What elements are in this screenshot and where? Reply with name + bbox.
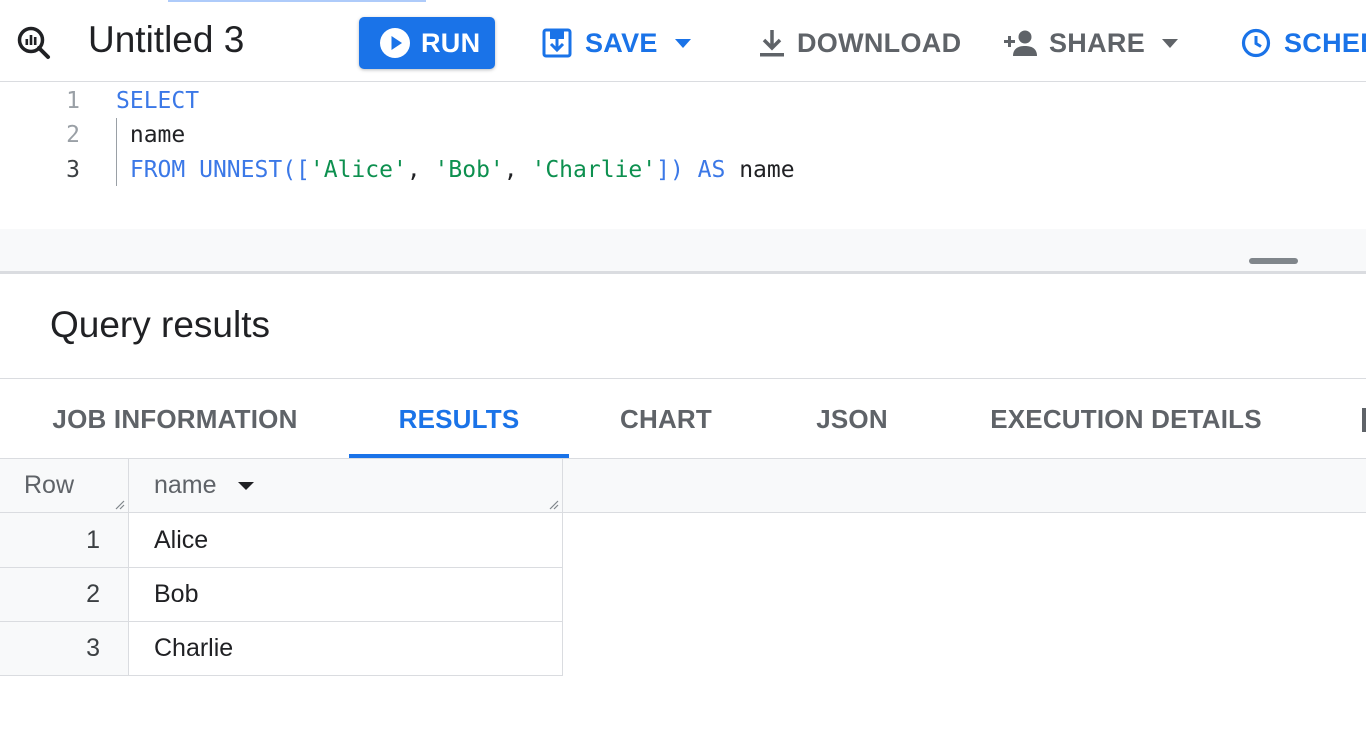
code-token: UNNEST xyxy=(199,157,283,183)
code-token: ]) xyxy=(656,157,698,183)
code-token: AS xyxy=(697,157,726,183)
play-circle-icon xyxy=(380,28,410,58)
run-button[interactable]: RUN xyxy=(359,17,495,69)
code-token: name xyxy=(116,122,186,148)
editor-resize-handle[interactable] xyxy=(1249,258,1298,264)
tab-results[interactable]: RESULTS xyxy=(349,380,569,458)
column-divider xyxy=(562,459,563,676)
code-line[interactable]: name xyxy=(116,118,185,152)
row-number: 3 xyxy=(86,634,100,662)
line-number: 2 xyxy=(66,122,80,148)
save-label: SAVE xyxy=(585,27,658,58)
editor-footer xyxy=(0,229,1366,271)
tabs-divider xyxy=(0,378,1366,379)
query-toolbar: Untitled 3 RUN SAVE DOWNLOAD SHARE SCHE xyxy=(0,0,1366,82)
chevron-down-icon xyxy=(1162,39,1179,48)
code-token: , xyxy=(503,157,532,183)
line-number: 3 xyxy=(66,157,80,183)
cell-name[interactable]: Bob xyxy=(154,567,198,621)
code-line[interactable]: SELECT xyxy=(116,84,199,118)
column-divider xyxy=(128,459,129,676)
row-number: 2 xyxy=(86,580,100,608)
toolbar-accent-line xyxy=(168,0,426,2)
column-resize-handle[interactable] xyxy=(547,498,559,510)
schedule-label: SCHED xyxy=(1284,27,1366,58)
query-title[interactable]: Untitled 3 xyxy=(88,18,244,62)
code-token: , xyxy=(406,157,435,183)
share-label: SHARE xyxy=(1049,27,1146,58)
column-header-row: Row xyxy=(24,459,74,512)
tab-execution-details[interactable]: EXECUTION DETAILS xyxy=(970,380,1282,458)
download-button[interactable]: DOWNLOAD xyxy=(757,17,961,69)
tab-json[interactable]: JSON xyxy=(788,380,916,458)
save-button[interactable]: SAVE xyxy=(541,17,696,69)
tab-chart[interactable]: CHART xyxy=(594,380,738,458)
chevron-down-icon xyxy=(674,39,691,48)
results-title: Query results xyxy=(50,304,271,345)
code-token: FROM xyxy=(116,157,200,183)
code-token: 'Bob' xyxy=(434,157,504,183)
person-add-icon xyxy=(1004,30,1037,56)
download-label: DOWNLOAD xyxy=(797,27,962,58)
code-token: 'Charlie' xyxy=(531,157,657,183)
editor-divider xyxy=(0,271,1366,274)
code-token: ([ xyxy=(282,157,310,183)
table-divider xyxy=(0,675,562,676)
code-line[interactable]: FROM UNNEST(['Alice', 'Bob', 'Charlie'])… xyxy=(116,153,795,187)
clock-icon xyxy=(1241,28,1271,58)
code-token: 'Alice' xyxy=(309,157,407,183)
query-editor-icon xyxy=(17,26,50,59)
column-resize-handle[interactable] xyxy=(113,498,125,510)
download-icon xyxy=(760,30,784,57)
cell-name[interactable]: Charlie xyxy=(154,621,233,675)
tab-overflow-indicator xyxy=(1362,408,1366,432)
share-button[interactable]: SHARE xyxy=(1003,17,1183,69)
schedule-button[interactable]: SCHED xyxy=(1240,17,1366,69)
sort-down-icon[interactable] xyxy=(235,475,257,497)
code-token: name xyxy=(725,157,795,183)
code-token: SELECT xyxy=(116,88,200,114)
tab-job-information[interactable]: JOB INFORMATION xyxy=(30,380,320,458)
run-label: RUN xyxy=(421,27,481,58)
save-icon xyxy=(542,28,572,58)
column-header-label: name xyxy=(154,471,217,499)
row-number: 1 xyxy=(86,526,100,554)
column-header-name[interactable]: name xyxy=(154,459,257,512)
column-header-label: Row xyxy=(24,471,75,499)
line-number: 1 xyxy=(66,88,80,114)
cell-name[interactable]: Alice xyxy=(154,513,208,567)
